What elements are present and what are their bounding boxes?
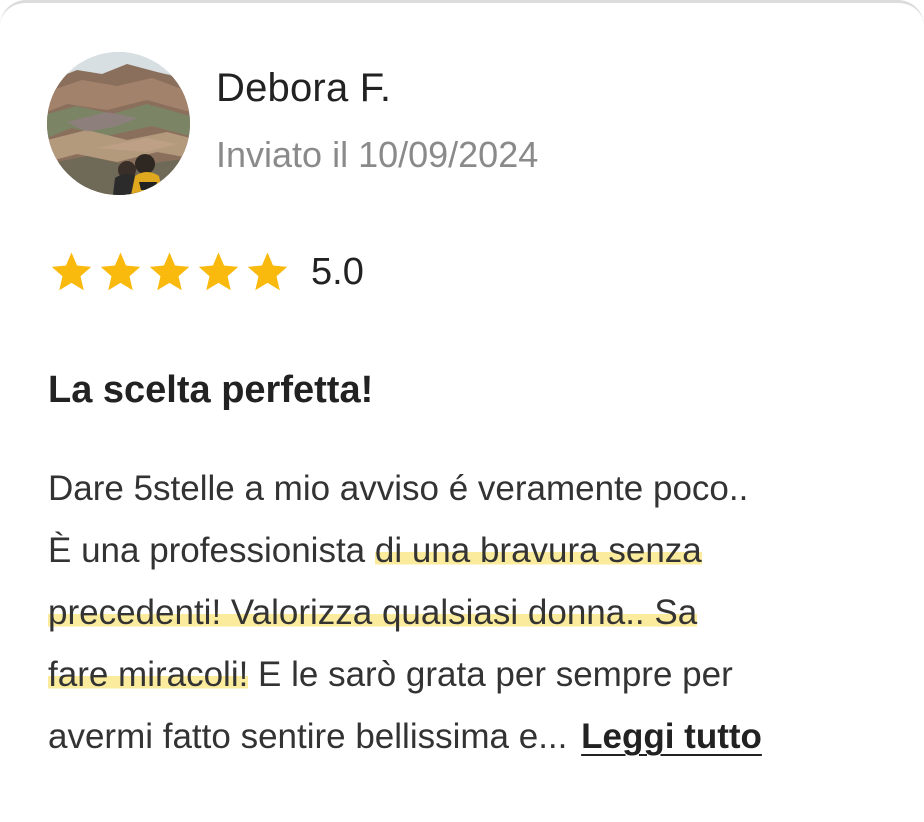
- review-text-line: È una professionista di una bravura senz…: [48, 520, 908, 582]
- avatar-photo-icon: [47, 52, 190, 195]
- review-text-line: avermi fatto sentire bellissima e... Leg…: [48, 706, 908, 768]
- review-text: Dare 5stelle a mio avviso é veramente po…: [48, 458, 908, 768]
- highlighted-text: fare miracoli!: [48, 655, 249, 694]
- review-date: Inviato il 10/09/2024: [216, 134, 539, 175]
- reviewer-name: Debora F.: [216, 66, 392, 110]
- review-text-line: Dare 5stelle a mio avviso é veramente po…: [48, 458, 908, 520]
- text-segment: Dare 5stelle a mio avviso é veramente po…: [48, 469, 749, 508]
- text-segment: E le sarò grata per sempre per: [248, 655, 733, 694]
- star-icon: [149, 252, 190, 291]
- review-text-line: precedenti! Valorizza qualsiasi donna.. …: [48, 582, 908, 644]
- rating-row: 5.0: [48, 248, 364, 296]
- star-rating: [48, 249, 291, 295]
- read-more-link[interactable]: Leggi tutto: [581, 717, 762, 756]
- highlighted-text: precedenti! Valorizza qualsiasi donna.. …: [48, 593, 698, 632]
- review-title: La scelta perfetta!: [48, 369, 374, 411]
- avatar[interactable]: [47, 52, 190, 195]
- star-icon: [51, 252, 92, 291]
- text-segment: È una professionista: [48, 531, 375, 570]
- star-icon: [100, 252, 141, 291]
- text-segment: avermi fatto sentire bellissima e...: [48, 717, 568, 756]
- star-icon: [247, 252, 288, 291]
- highlighted-text: di una bravura senza: [374, 531, 702, 570]
- review-card: Debora F. Inviato il 10/09/2024 5.0 La s…: [0, 0, 924, 822]
- review-text-line: fare miracoli! E le sarò grata per sempr…: [48, 644, 908, 706]
- rating-score: 5.0: [311, 250, 364, 293]
- star-icon: [198, 252, 239, 291]
